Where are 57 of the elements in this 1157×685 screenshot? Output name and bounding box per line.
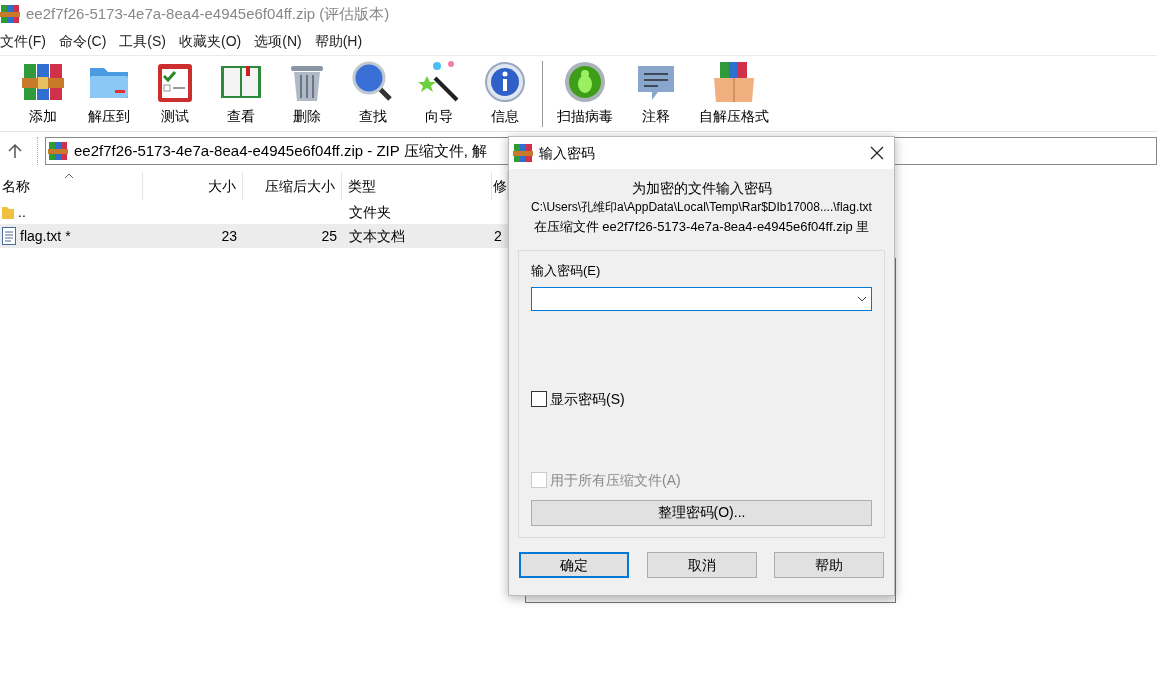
- toolbar-button[interactable]: 注释: [623, 60, 689, 127]
- dialog-button[interactable]: 取消: [646, 552, 757, 578]
- file-row[interactable]: .. 文件夹: [0, 200, 508, 224]
- dialog-title: 输入密码: [539, 143, 596, 163]
- app-icon: [0, 4, 20, 24]
- column-header[interactable]: 压缩后大小: [242, 172, 343, 200]
- toolbar-button[interactable]: 查找: [340, 60, 406, 127]
- up-arrow-icon[interactable]: [7, 143, 23, 159]
- sort-caret-icon: [64, 173, 74, 179]
- menu-item[interactable]: 帮助(H): [314, 31, 363, 52]
- menu-item[interactable]: 文件(F): [0, 31, 46, 52]
- archive-icon: [48, 141, 68, 161]
- toolbar-button[interactable]: 向导: [406, 60, 472, 127]
- close-icon[interactable]: [870, 146, 884, 160]
- magic-wand-icon: [417, 60, 461, 104]
- column-header[interactable]: 修: [492, 172, 508, 200]
- archive-text: 在压缩文件 ee2f7f26-5173-4e7a-8ea4-e4945e6f04ff.zip 里: [533, 218, 870, 236]
- password-field[interactable]: [531, 286, 872, 311]
- app-icon: [513, 143, 533, 163]
- dropdown-caret-icon: [857, 295, 867, 302]
- file-row[interactable]: flag.txt * 23 25 文本文档 2: [0, 224, 508, 248]
- box-icon: [712, 60, 756, 104]
- toolbar-button[interactable]: 自解压格式: [689, 60, 779, 127]
- table-cell-text: 25: [321, 226, 337, 246]
- text-file-icon: [2, 227, 16, 245]
- dialog-button[interactable]: 确定: [519, 552, 629, 578]
- toolbar-button[interactable]: 解压到: [76, 60, 142, 127]
- password-label: 输入密码(E): [531, 262, 602, 280]
- column-header[interactable]: 名称: [0, 172, 143, 200]
- dialog-heading: 为加密的文件输入密码: [631, 179, 772, 198]
- window-title: ee2f7f26-5173-4e7a-8ea4-e4945e6f04ff.zip (评估版本): [26, 3, 390, 24]
- menu-item[interactable]: 选项(N): [254, 31, 302, 52]
- folder-icon: [2, 205, 14, 219]
- table-cell-text: 2: [494, 226, 502, 246]
- toolbar-button[interactable]: 删除: [274, 60, 340, 127]
- menu-item[interactable]: 工具(S): [119, 31, 166, 52]
- toolbar-button[interactable]: 添加: [10, 60, 76, 127]
- table-cell-text: 文件夹: [349, 202, 391, 222]
- checkbox-label: 显示密码(S): [550, 389, 625, 409]
- table-cell-text: 23: [221, 226, 237, 246]
- table-cell-text: ..: [18, 202, 26, 222]
- dialog-button[interactable]: 帮助: [774, 552, 884, 578]
- menu-item[interactable]: 收藏夹(O): [179, 31, 242, 52]
- toolbar-button[interactable]: 扫描病毒: [547, 60, 623, 127]
- column-header[interactable]: 大小: [142, 172, 243, 200]
- organize-passwords-button[interactable]: 整理密码(O)...: [531, 499, 872, 526]
- checkbox-label: 用于所有压缩文件(A): [550, 470, 681, 490]
- table-cell-text: flag.txt *: [20, 226, 71, 246]
- info-icon: [483, 60, 527, 104]
- table-cell-text: 文本文档: [349, 226, 405, 246]
- checkbox[interactable]: [531, 391, 547, 407]
- menu-item[interactable]: 命令(C): [58, 31, 107, 52]
- toolbar-button[interactable]: 信息: [472, 60, 538, 127]
- file-path: C:\Users\孔维印a\AppData\Local\Temp\Rar$DIb17008....\flag.txt: [531, 199, 872, 216]
- column-header[interactable]: 类型: [342, 172, 492, 200]
- toolbar-button[interactable]: 查看: [208, 60, 274, 127]
- toolbar-button[interactable]: 测试: [142, 60, 208, 127]
